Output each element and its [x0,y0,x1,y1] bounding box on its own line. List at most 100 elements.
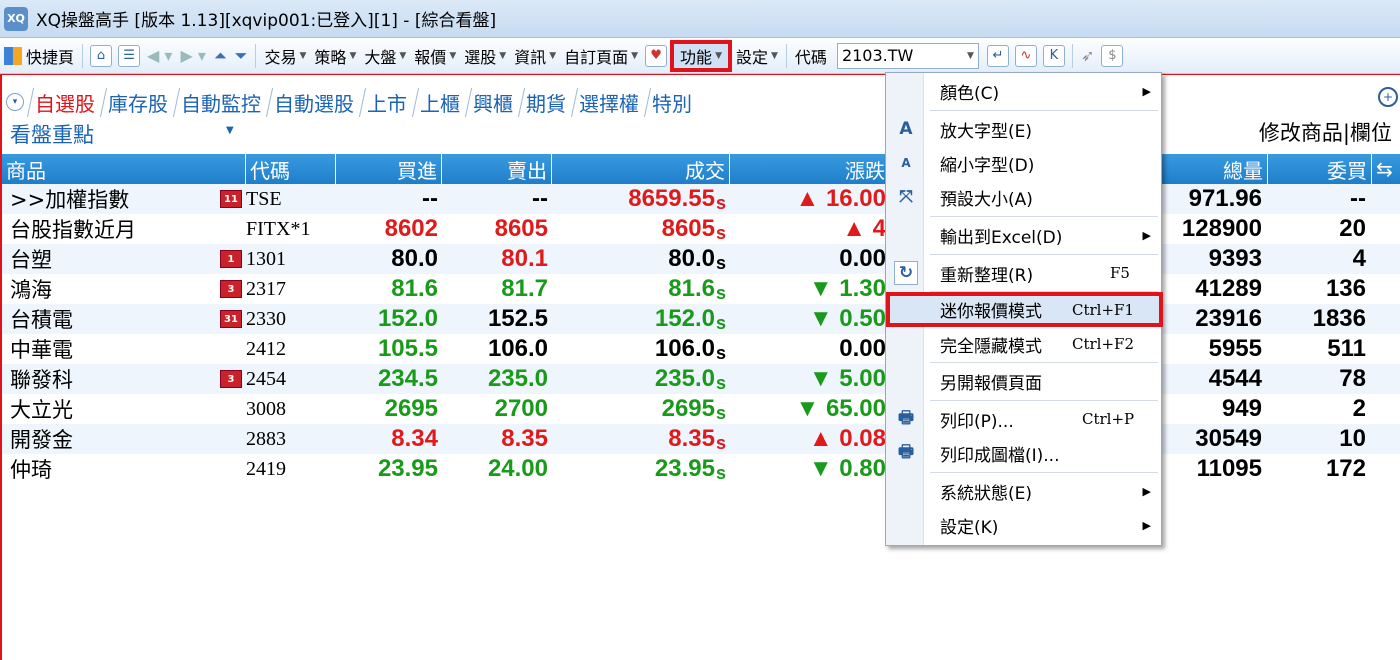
table-row[interactable]: 開發金 2883 8.34 8.35 8.35 s ▲ 0.08 30549 10 [2,424,1400,454]
col-ask[interactable]: 賣出 [442,154,552,184]
tab-watchlist[interactable]: 自選股 [26,87,105,117]
edit-columns-link[interactable]: 修改商品|欄位 [1259,117,1392,147]
menu-strategy[interactable]: 策略 ▼ [310,41,360,71]
table-row[interactable]: 聯發科 3 2454 234.5 235.0 235.0 s ▼ 5.00 4544 78 [2,364,1400,394]
home-icon[interactable]: ⌂ [90,44,113,67]
menu-shortcut: Ctrl+P [1082,410,1135,428]
zoom-in-icon[interactable]: + [1378,87,1398,107]
menu-function[interactable]: 功能 ▼ [670,39,732,72]
col-name[interactable]: 商品 [2,154,246,184]
menu-item-default-size[interactable]: ⤧ 預設大小(A) [886,180,1161,214]
symbol-input[interactable]: 2103.TW ▼ [836,42,979,69]
table-row[interactable]: 中華電 2412 105.5 106.0 106.0 s 0.00 5955 511 [2,334,1400,364]
menu-shortcut: F5 [1110,264,1130,282]
back-icon[interactable]: ◀ ▾ [143,41,176,71]
tab-listed[interactable]: 上市 [358,87,417,117]
last-suffix: s [715,462,726,483]
menu-item-color[interactable]: 顏色(C) ▶ [886,74,1161,108]
printer-icon: 🖶 [897,407,915,428]
col-volume[interactable]: 總量 [1160,154,1268,184]
alert-badge[interactable]: 11 [220,190,242,208]
last-suffix: s [715,222,726,243]
quick-page-button[interactable]: 快捷頁 [0,41,78,71]
menu-market[interactable]: 大盤 ▼ [360,41,410,71]
menu-item-print-image[interactable]: 🖶 列印成圖檔(I)... [886,436,1161,470]
menu-select[interactable]: 選股 ▼ [460,41,510,71]
last-value: 81.6 [668,275,715,302]
cell-change: ▲ 4 [842,215,886,242]
pointer-icon[interactable]: ➶ [1077,41,1098,71]
cell-volume: 30549 [1195,425,1262,452]
chevron-down-icon[interactable]: ▼ [226,125,234,136]
menu-item-full-hide[interactable]: 完全隱藏模式 Ctrl+F2 [886,327,1161,361]
table-row[interactable]: 鴻海 3 2317 81.6 81.7 81.6 s ▼ 1.30 41289 136 [2,274,1400,304]
alert-badge[interactable]: 1 [220,250,242,268]
menu-item-system-status[interactable]: 系統狀態(E) ▶ [886,474,1161,508]
alert-badge[interactable]: 3 [220,370,242,388]
tab-auto-monitor[interactable]: 自動監控 [172,87,271,117]
cell-volume: 128900 [1181,215,1262,242]
menu-settings[interactable]: 設定 ▼ [732,41,782,71]
last-value: 106.0 [654,335,715,362]
kline-icon[interactable]: K [1042,44,1065,67]
menu-item-refresh[interactable]: ↻ 重新整理(R) F5 [886,256,1161,290]
menu-custom[interactable]: 自訂頁面 ▼ [560,41,642,71]
menu-item-print[interactable]: 🖶 列印(P)... Ctrl+P [886,402,1161,436]
alert-badge[interactable]: 31 [220,310,242,328]
table-row[interactable]: 台股指數近月 FITX*1 8602 8605 8605 s ▲ 4 128900 20 [2,214,1400,244]
cell-ask: 235.0 [487,365,548,392]
scroll-right-icon[interactable]: ⇆ [1372,154,1400,184]
cell-last: 235.0 s [552,364,730,394]
tab-futures[interactable]: 期貨 [517,87,576,117]
col-code[interactable]: 代碼 [246,154,336,184]
forward-icon[interactable]: ▶ ▾ [176,41,209,71]
cell-bid-qty: 511 [1327,335,1366,362]
tab-menu-icon[interactable]: ▾ [6,93,24,111]
dollar-icon[interactable]: $ [1101,44,1124,67]
menu-info-label: 資訊 [514,47,547,67]
tab-strip: ▾ 自選股 庫存股 自動監控 自動選股 上市 上櫃 興櫃 期貨 選擇權 特別 [2,87,702,117]
table-row[interactable]: 仲琦 2419 23.95 24.00 23.95 s ▼ 0.80 11095 172 [2,454,1400,484]
view-selector[interactable]: 看盤重點 [10,119,94,149]
tab-label: 興櫃 [473,91,513,116]
menu-shortcut: Ctrl+F2 [1072,335,1134,353]
scroll-up-icon[interactable]: ⏶ [210,41,231,71]
last-value: 23.95 [654,455,715,482]
col-bid-qty[interactable]: 委買 [1268,154,1372,184]
cell-volume: 949 [1221,395,1262,422]
alert-badge[interactable]: 3 [220,280,242,298]
chevron-down-icon[interactable]: ▼ [967,51,974,61]
table-row[interactable]: >>加權指數 11 TSE -- -- 8659.55 s ▲ 16.00 971.96 -- [2,184,1400,214]
menu-item-export-excel[interactable]: 輸出到Excel(D) ▶ [886,218,1161,252]
scroll-down-icon[interactable]: ⏷ [231,41,252,71]
menu-item-settings[interactable]: 設定(K) ▶ [886,508,1161,542]
menu-item-enlarge-font[interactable]: A 放大字型(E) [886,112,1161,146]
watchlist-panel: ▾ 自選股 庫存股 自動監控 自動選股 上市 上櫃 興櫃 期貨 選擇權 特別 +… [0,74,1400,660]
menu-quote[interactable]: 報價 ▼ [410,41,460,71]
menu-info[interactable]: 資訊 ▼ [510,41,560,71]
col-change[interactable]: 漲跌 [730,154,890,184]
cell-last: 23.95 s [552,454,730,484]
table-row[interactable]: 台塑 1 1301 80.0 80.1 80.0 s 0.00 9393 4 [2,244,1400,274]
table-row[interactable]: 台積電 31 2330 152.0 152.5 152.0 s ▼ 0.50 23916 1836 [2,304,1400,334]
symbol-value: 2103.TW [841,46,914,65]
list-icon[interactable]: ☰ [118,44,141,67]
tab-special[interactable]: 特別 [643,87,702,117]
col-last[interactable]: 成交 [552,154,730,184]
menu-trade[interactable]: 交易 ▼ [260,41,310,71]
tab-inventory[interactable]: 庫存股 [99,87,178,117]
menu-item-mini-quote[interactable]: 迷你報價模式 Ctrl+F1 [886,292,1163,327]
tab-otc[interactable]: 上櫃 [411,87,470,117]
tab-auto-select[interactable]: 自動選股 [265,87,364,117]
tab-options[interactable]: 選擇權 [570,87,649,117]
favorites-icon[interactable]: ♥ [645,44,668,67]
menu-item-new-quote-page[interactable]: 另開報價頁面 [886,364,1161,398]
col-bid[interactable]: 買進 [336,154,442,184]
enter-icon[interactable]: ↵ [986,44,1009,67]
menu-item-shrink-font[interactable]: A 縮小字型(D) [886,146,1161,180]
table-row[interactable]: 大立光 3008 2695 2700 2695 s ▼ 65.00 949 2 [2,394,1400,424]
chart-icon[interactable]: ∿ [1014,44,1037,67]
tab-emerging[interactable]: 興櫃 [464,87,523,117]
cell-change: ▼ 5.00 [808,365,886,392]
cell-change: ▼ 1.30 [808,275,886,302]
